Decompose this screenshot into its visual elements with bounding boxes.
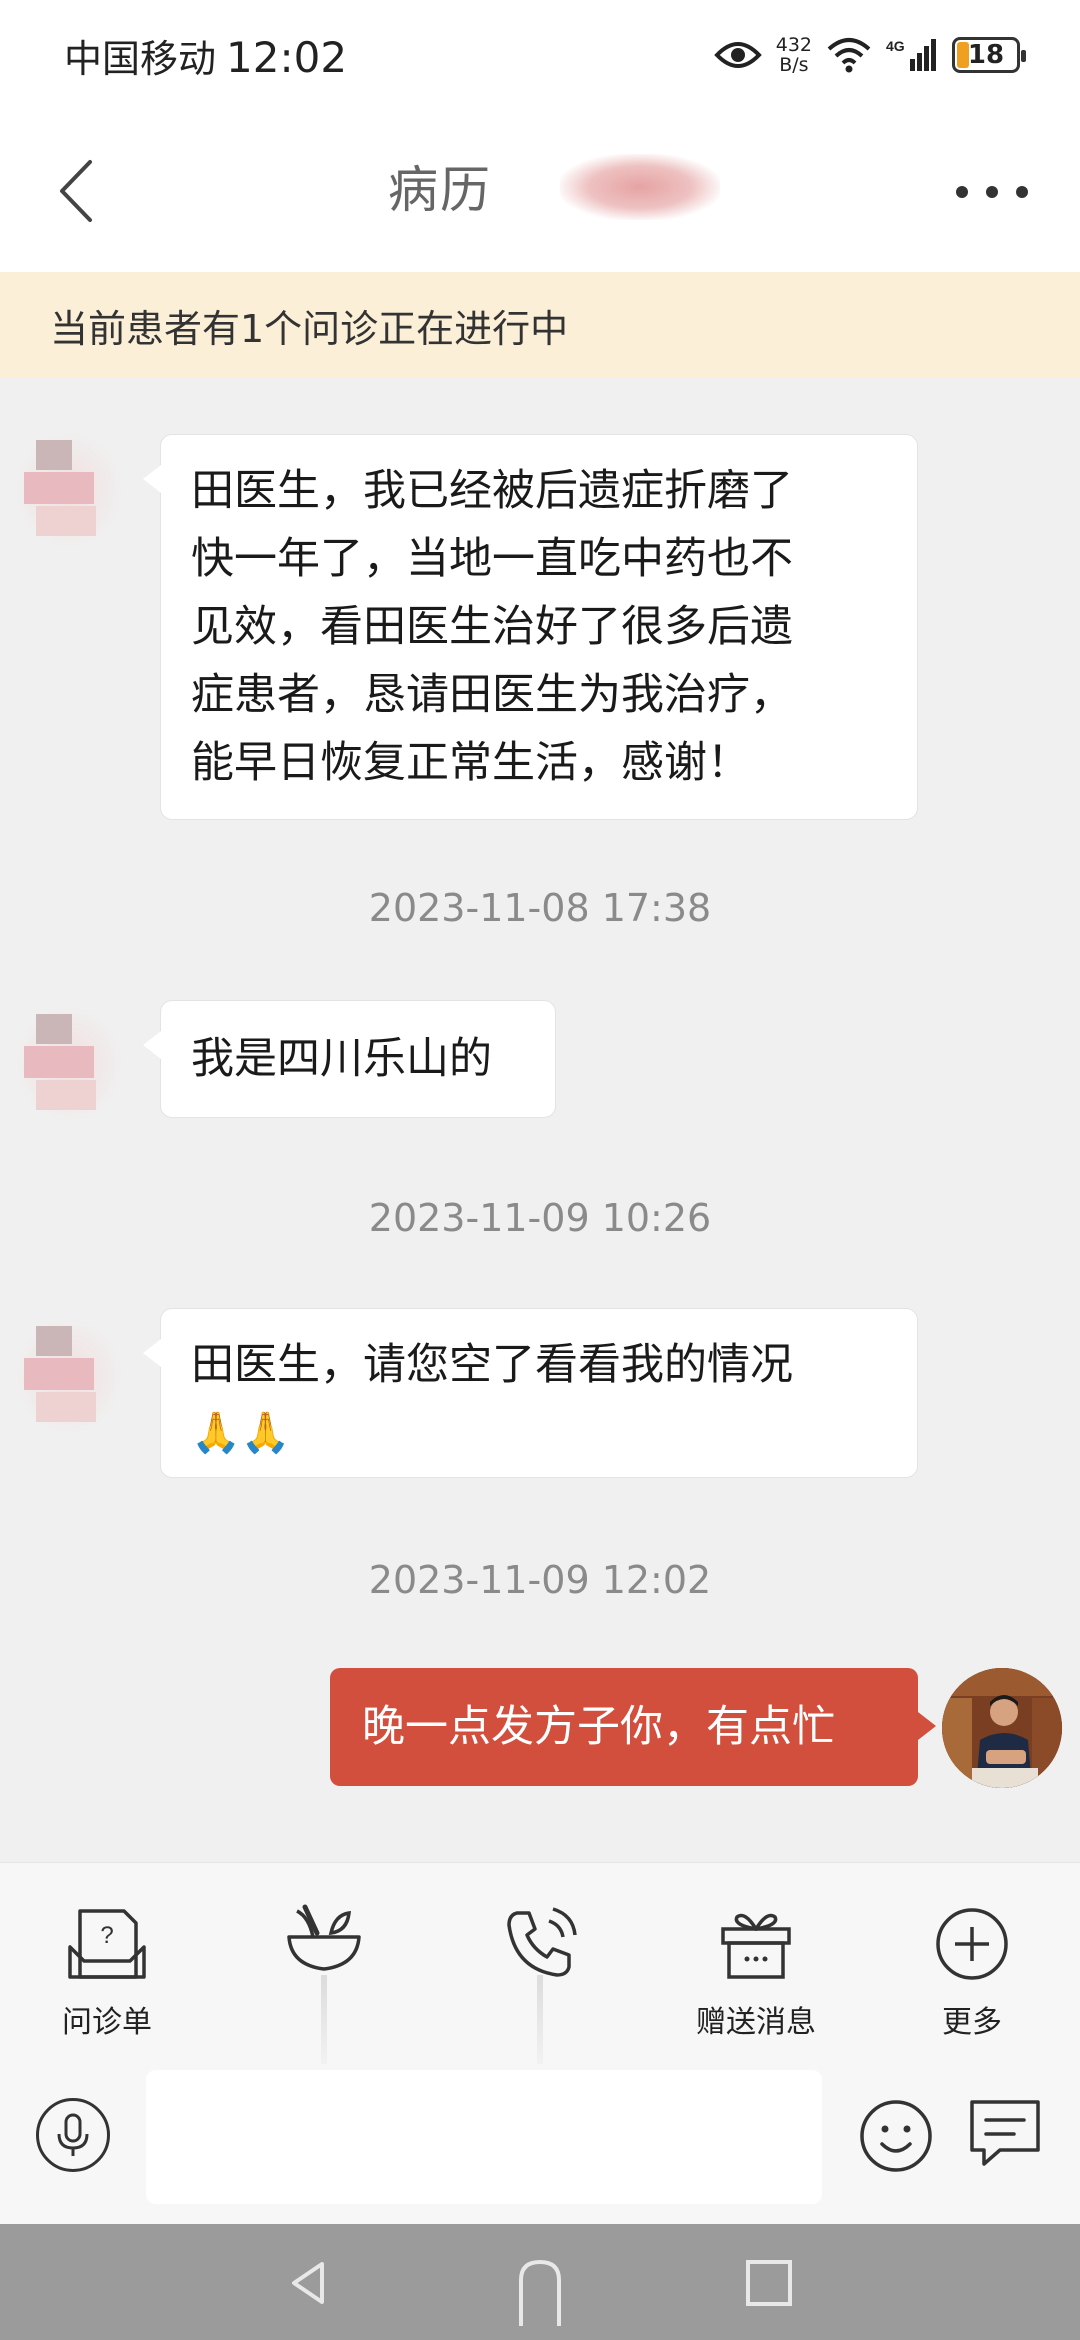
nav-recents-icon[interactable] [742, 2256, 796, 2310]
herb-bowl-icon [287, 1904, 361, 1971]
emoji-icon[interactable] [858, 2098, 934, 2174]
patient-avatar[interactable] [14, 1316, 124, 1436]
status-left: 中国移动 12:02 [64, 28, 347, 83]
consultation-notice[interactable]: 当前患者有1个问诊正在进行中 [0, 272, 1080, 378]
message-text: 田医生，请您空了看看我的情况 [191, 1340, 793, 1390]
message-bubble-outgoing[interactable]: 晚一点发方子你，有点忙 [330, 1668, 936, 1786]
quick-reply-icon[interactable] [966, 2096, 1044, 2172]
status-time: 12:02 [226, 32, 348, 82]
message-timestamp: 2023-11-09 10:26 [368, 1196, 712, 1240]
phone-call-icon [507, 1907, 577, 1977]
microphone-icon [57, 2113, 89, 2156]
gift-message-label: 赠送消息 [696, 2005, 816, 2040]
message-timestamp: 2023-11-09 12:02 [368, 1558, 712, 1602]
notice-text: 当前患者有1个问诊正在进行中 [50, 306, 569, 351]
eye-icon [713, 42, 762, 68]
doctor-photo [942, 1668, 1062, 1788]
message-text: 晚一点发方子你，有点忙 [362, 1702, 835, 1752]
wifi-icon [827, 38, 871, 73]
message-line: 症患者，恳请田医生为我治疗， [191, 670, 793, 720]
patient-avatar[interactable] [14, 1004, 124, 1124]
blurred-patient-name [560, 154, 720, 220]
battery-level: 18 [967, 40, 1005, 70]
message-line: 快一年了，当地一直吃中药也不 [191, 534, 793, 584]
patient-avatar[interactable] [14, 430, 124, 550]
system-navigation-bar [0, 2224, 1080, 2340]
page-title: 病历 [388, 161, 492, 219]
more-options-icon[interactable] [952, 172, 1032, 212]
action-toolbar: ? 问诊单 赠送消息 更多 [0, 1862, 1080, 2085]
message-bubble-incoming[interactable]: 田医生，请您空了看看我的情况 🙏🙏 [143, 1308, 918, 1478]
header: 病历 [0, 110, 1080, 272]
message-text: 我是四川乐山的 [191, 1034, 492, 1084]
nav-home-icon[interactable] [513, 2256, 567, 2326]
plus-circle-icon [936, 1908, 1008, 1980]
message-timestamp: 2023-11-08 17:38 [368, 886, 712, 930]
prescription-button[interactable] [244, 1903, 404, 2085]
message-line: 能早日恢复正常生活，感谢！ [191, 738, 750, 788]
message-bubble-incoming[interactable]: 田医生，我已经被后遗症折磨了 快一年了，当地一直吃中药也不 见效，看田医生治好了… [143, 434, 918, 820]
message-input[interactable] [146, 2070, 822, 2204]
more-button[interactable]: 更多 [892, 1903, 1052, 2041]
more-label: 更多 [942, 2005, 1002, 2040]
net-speed-unit: B/s [779, 54, 809, 76]
svg-text:4G: 4G [886, 38, 905, 54]
prayer-hands-emoji: 🙏🙏 [191, 1410, 291, 1456]
message-line: 田医生，我已经被后遗症折磨了 [191, 466, 793, 516]
doctor-avatar[interactable] [942, 1668, 1062, 1788]
gift-message-button[interactable]: 赠送消息 [676, 1903, 836, 2041]
phone-call-button[interactable] [460, 1903, 620, 2085]
svg-text:?: ? [100, 1922, 113, 1949]
questionnaire-icon: ? [68, 1909, 146, 1979]
cellular-signal-icon: 4G [886, 38, 936, 71]
carrier-name: 中国移动 [64, 36, 217, 81]
message-line: 见效，看田医生治好了很多后遗 [191, 602, 793, 652]
status-right: 432 B/s 4G 18 [713, 35, 1026, 75]
questionnaire-button[interactable]: ? 问诊单 [27, 1903, 187, 2041]
nav-back-icon[interactable] [282, 2256, 336, 2310]
battery-indicator: 18 [952, 37, 1026, 73]
net-speed: 432 B/s [776, 35, 812, 75]
input-row [0, 2064, 1080, 2224]
voice-input-button[interactable] [36, 2098, 110, 2172]
gift-icon [721, 1913, 791, 1979]
message-bubble-incoming[interactable]: 我是四川乐山的 [143, 1000, 556, 1118]
back-arrow-icon[interactable] [52, 158, 102, 224]
questionnaire-label: 问诊单 [62, 2005, 152, 2040]
net-speed-value: 432 [775, 34, 812, 56]
status-bar: 中国移动 12:02 432 B/s 4G 18 [0, 0, 1080, 110]
